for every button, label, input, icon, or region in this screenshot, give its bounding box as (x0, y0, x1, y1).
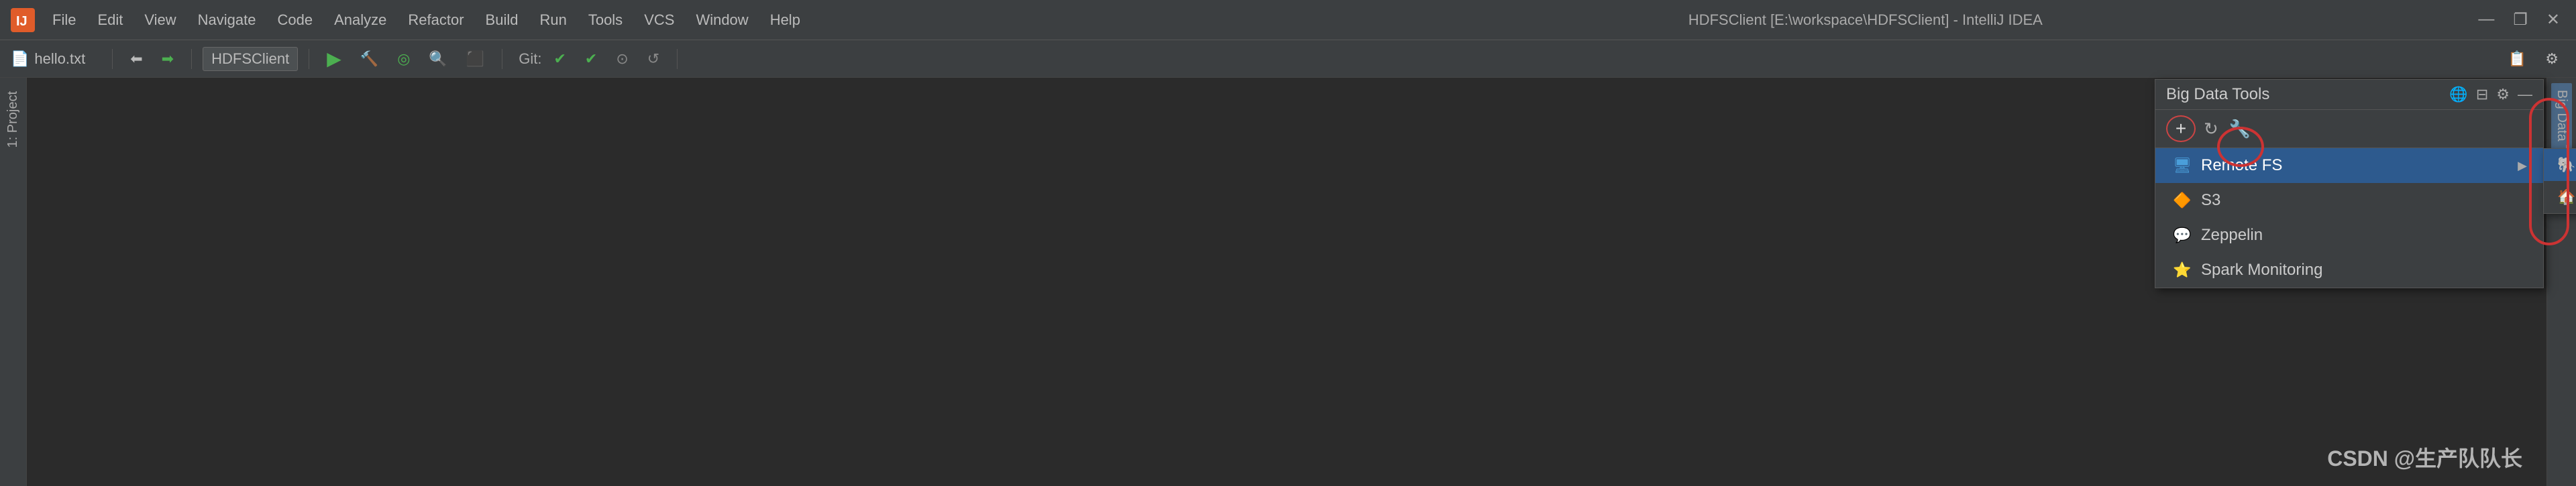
bdt-header-icons: 🌐 ⊟ ⚙ — (2449, 86, 2532, 103)
bdt-add-button[interactable]: + (2166, 115, 2196, 142)
git-undo-button[interactable]: ↺ (641, 48, 666, 70)
title-bar: IJ File Edit View Navigate Code Analyze … (0, 0, 2576, 40)
bdt-refresh-button[interactable]: ↻ (2201, 116, 2221, 142)
svg-text:IJ: IJ (16, 14, 28, 29)
build-button[interactable]: 🔨 (354, 48, 385, 70)
s3-label: S3 (2201, 191, 2527, 210)
menu-help[interactable]: Help (761, 7, 810, 33)
bdt-globe-icon[interactable]: 🌐 (2449, 86, 2467, 103)
menu-window[interactable]: Window (686, 7, 757, 33)
window-title: HDFSClient [E:\workspace\HDFSClient] - I… (1258, 11, 2473, 29)
run-button[interactable]: ▶ (320, 45, 348, 72)
git-check-button[interactable]: ✔ (547, 48, 572, 70)
menu-build[interactable]: Build (476, 7, 528, 33)
git-label: Git: (519, 50, 541, 68)
sidebar-right: Big Data Tools S (2546, 78, 2576, 486)
git-history-button[interactable]: ⊙ (609, 48, 635, 70)
menu-vcs[interactable]: VCS (635, 7, 684, 33)
menu-navigate[interactable]: Navigate (189, 7, 266, 33)
toolbar-separator-5 (677, 49, 678, 69)
remote-fs-submenu: 🐘 HDFS 🏠 Local (2543, 148, 2576, 214)
remote-fs-icon: 🖥 (2171, 155, 2193, 176)
zeppelin-icon: 💬 (2171, 225, 2193, 246)
bdt-wrench-button[interactable]: 🔧 (2226, 116, 2253, 142)
bdt-menu-item-zeppelin[interactable]: 💬 Zeppelin (2155, 218, 2543, 253)
bdt-toolbar: + ↻ 🔧 (2155, 110, 2543, 148)
stop-button[interactable]: ⬛ (460, 48, 491, 70)
menu-tools[interactable]: Tools (579, 7, 632, 33)
bdt-plus-icon: + (2176, 118, 2186, 139)
nav-forward-button[interactable]: ➡ (155, 48, 180, 70)
zeppelin-label: Zeppelin (2201, 226, 2527, 245)
minimize-button[interactable]: — (2473, 7, 2500, 32)
menu-bar: File Edit View Navigate Code Analyze Ref… (43, 7, 1258, 33)
copy-button[interactable]: 📋 (2502, 48, 2533, 70)
window-controls: — ❐ ✕ (2473, 7, 2565, 32)
watermark: CSDN @生产队队长 (2327, 442, 2522, 473)
menu-code[interactable]: Code (268, 7, 323, 33)
bdt-menu-item-s3[interactable]: 🔶 S3 (2155, 183, 2543, 218)
app-logo: IJ (11, 8, 35, 32)
bdt-menu-item-spark-monitoring[interactable]: ⭐ Spark Monitoring (2155, 253, 2543, 288)
submenu-item-local[interactable]: 🏠 Local (2544, 181, 2576, 213)
nav-back-button[interactable]: ⬅ (123, 48, 149, 70)
menu-edit[interactable]: Edit (88, 7, 132, 33)
git-tick-button[interactable]: ✔ (578, 48, 604, 70)
remote-fs-label: Remote FS (2201, 156, 2518, 175)
menu-refactor[interactable]: Refactor (398, 7, 473, 33)
profiler-button[interactable]: 🔍 (422, 48, 453, 70)
file-icon: 📄 (11, 50, 29, 68)
restore-button[interactable]: ❐ (2508, 7, 2533, 32)
spark-monitoring-label: Spark Monitoring (2201, 261, 2527, 280)
hdfs-icon: 🐘 (2557, 156, 2575, 174)
spark-monitoring-icon: ⭐ (2171, 259, 2193, 281)
sidebar-left: 1: Project (0, 78, 27, 486)
remote-fs-arrow-icon: ▶ (2518, 159, 2527, 173)
coverage-button[interactable]: ◎ (390, 48, 417, 70)
big-data-tools-panel[interactable]: Big Data Tools 🌐 ⊟ ⚙ — + ↻ 🔧 🖥 Remo (2155, 79, 2544, 288)
main-area: 1: Project Big Data Tools S Big Data Too… (0, 78, 2576, 486)
menu-analyze[interactable]: Analyze (325, 7, 396, 33)
bdt-gear-icon[interactable]: ⚙ (2496, 86, 2510, 103)
main-toolbar: 📄 hello.txt ⬅ ➡ HDFSClient ▶ 🔨 ◎ 🔍 ⬛ Git… (0, 40, 2576, 78)
bdt-layout-icon[interactable]: ⊟ (2476, 86, 2488, 103)
bdt-minimize-icon[interactable]: — (2518, 86, 2532, 103)
close-button[interactable]: ✕ (2541, 7, 2565, 32)
bdt-panel-header: Big Data Tools 🌐 ⊟ ⚙ — (2155, 80, 2543, 110)
s3-icon: 🔶 (2171, 190, 2193, 211)
open-file-indicator: 📄 hello.txt (11, 50, 85, 68)
run-config-select[interactable]: HDFSClient (203, 47, 298, 71)
submenu-item-hdfs[interactable]: 🐘 HDFS (2544, 149, 2576, 181)
toolbar-separator-2 (191, 49, 192, 69)
sidebar-item-project[interactable]: 1: Project (1, 83, 25, 156)
local-icon: 🏠 (2557, 188, 2575, 206)
toolbar-separator-1 (112, 49, 113, 69)
bdt-panel-title: Big Data Tools (2166, 85, 2269, 104)
menu-view[interactable]: View (135, 7, 185, 33)
bdt-menu-item-remote-fs[interactable]: 🖥 Remote FS ▶ 🐘 HDFS 🏠 Local (2155, 148, 2543, 183)
menu-run[interactable]: Run (530, 7, 576, 33)
settings-icon[interactable]: ⚙ (2538, 48, 2565, 70)
file-name: hello.txt (34, 50, 85, 68)
menu-file[interactable]: File (43, 7, 85, 33)
